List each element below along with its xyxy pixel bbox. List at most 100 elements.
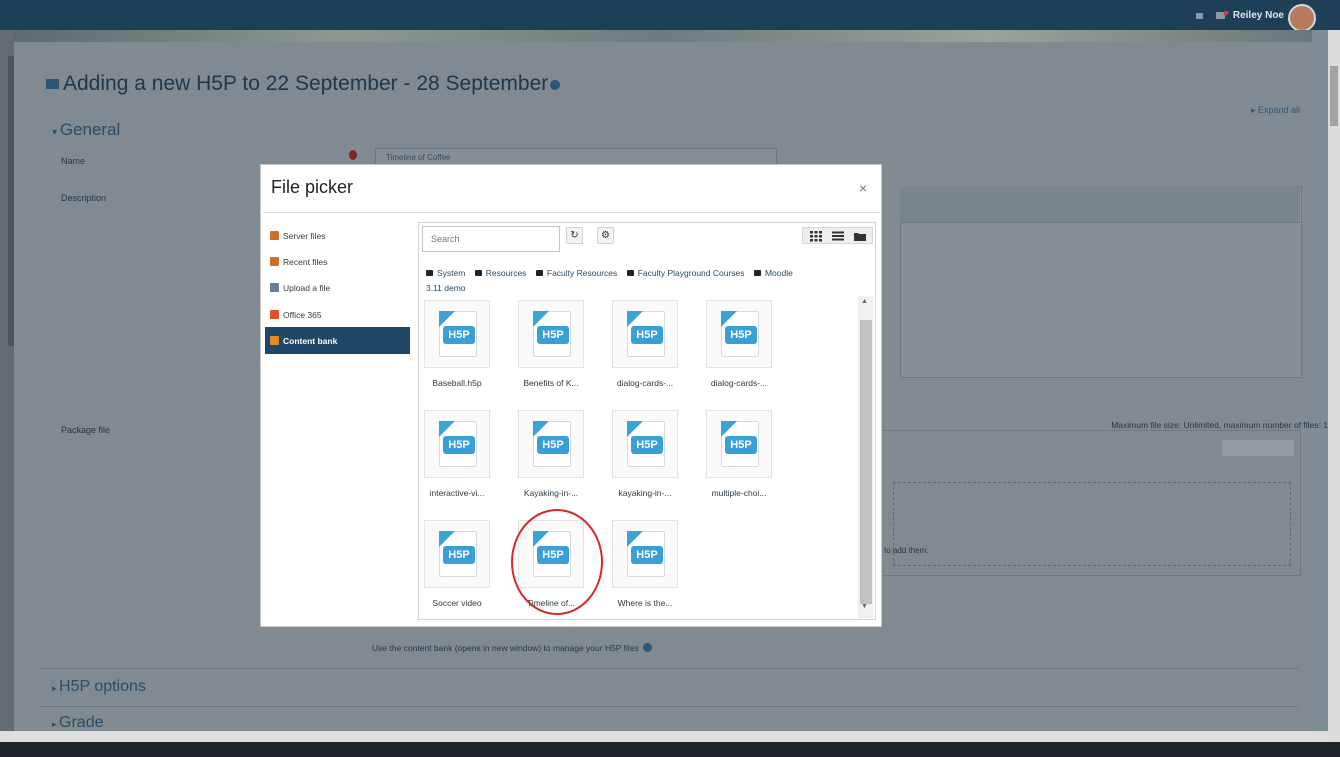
page-scrollbar[interactable] [1328,30,1340,742]
repo-server-files[interactable]: Server files [270,231,326,241]
breadcrumb-item[interactable]: Resources [474,268,526,278]
file-name: multiple-choi... [711,488,767,498]
refresh-icon[interactable]: ↻ [566,227,583,244]
file-name: kayaking-in-... [618,488,672,498]
page-title: Adding a new H5P to 22 September - 28 Se… [46,72,561,96]
file-tile[interactable]: H5P [518,410,584,478]
file-tile[interactable]: H5P [424,520,490,588]
view-toggle-group [802,227,873,244]
top-navbar [0,0,1340,30]
repo-label: Office 365 [283,310,322,320]
divider [40,706,1298,707]
scroll-down-arrow-icon[interactable]: ▼ [861,603,868,610]
section-h5p-options-label: H5P options [59,678,146,695]
server-files-icon [270,231,279,240]
section-grade[interactable]: ▸ Grade [52,714,104,732]
breadcrumb-item[interactable]: Faculty Resources [535,268,617,278]
repo-content-bank-label[interactable]: Content bank [270,336,337,346]
recent-files-icon [270,257,279,266]
section-grade-label: Grade [59,714,104,731]
user-name[interactable]: Reiley Noe [1233,10,1284,21]
section-h5p-options[interactable]: ▸ H5P options [52,678,146,696]
folder-icon [535,270,543,276]
repo-office-365[interactable]: Office 365 [270,310,322,320]
file-name: Baseball.h5p [432,378,482,388]
notification-icons[interactable] [1196,11,1230,20]
page-scrollbar-thumb[interactable] [1330,66,1338,126]
scroll-up-arrow-icon[interactable]: ▲ [861,298,868,305]
file-tile[interactable]: H5P [706,300,772,368]
h5p-file-icon: H5P [439,421,477,467]
required-icon [349,150,357,160]
file-tile[interactable]: H5P [706,410,772,478]
upload-icon [270,283,279,292]
content-bank-note: Use the content bank (opens in new windo… [372,643,652,653]
content-bank-note-text: Use the content bank (opens in new windo… [372,643,639,653]
taskbar [0,742,1340,757]
h5p-file-icon: H5P [439,531,477,577]
folder-icon [426,270,433,276]
expand-all-label: Expand all [1257,105,1300,115]
file-name: Kayaking-in-... [523,488,579,498]
file-name: dialog-cards-... [616,378,674,388]
file-tile[interactable]: H5P [612,410,678,478]
section-general-label: General [59,120,121,139]
file-tile[interactable]: H5P [424,300,490,368]
file-name: Where is the... [617,598,673,608]
repo-label: Server files [283,231,326,241]
drop-zone[interactable] [893,482,1291,566]
collapse-chevron-icon: ▾ [52,127,60,138]
expand-all-link[interactable]: ▸ Expand all [1251,105,1300,116]
expand-chevron-icon: ▸ [52,719,60,729]
h5p-file-icon: H5P [627,421,665,467]
file-tile[interactable]: H5P [612,300,678,368]
file-name: dialog-cards-... [710,378,768,388]
file-name: Soccer video [432,598,482,608]
search-input[interactable] [422,226,560,252]
h5p-file-icon: H5P [533,311,571,357]
expand-chevron-icon: ▸ [52,683,60,693]
divider [40,668,1298,669]
course-banner [14,30,1312,42]
section-general[interactable]: ▾ General [52,120,120,140]
name-label: Name [61,156,86,166]
description-label: Description [61,193,107,203]
h5p-file-icon: H5P [627,311,665,357]
horizontal-scrollbar[interactable] [0,731,1328,742]
list-view-icon[interactable] [830,230,846,242]
file-list-scrollbar-thumb[interactable] [860,320,872,604]
dialog-divider [260,212,882,213]
grid-view-icon[interactable] [808,230,824,242]
file-manager-view-buttons[interactable] [1222,440,1294,456]
file-name: interactive-vi... [429,488,485,498]
h5p-activity-icon [46,79,59,89]
folder-icon [626,270,634,276]
close-icon[interactable]: × [859,180,867,196]
h5p-file-icon: H5P [721,311,759,357]
file-tile[interactable]: H5P [424,410,490,478]
repo-recent-files[interactable]: Recent files [270,257,327,267]
file-name: Benefits of K... [523,378,579,388]
highlight-circle-annotation [511,509,603,615]
h5p-file-icon: H5P [439,311,477,357]
repo-label: Recent files [283,257,328,267]
help-icon[interactable] [550,80,561,90]
help-icon[interactable] [642,643,652,652]
file-tile[interactable]: H5P [518,300,584,368]
max-file-size-text: Maximum file size: Unlimited, maximum nu… [1111,420,1328,430]
repo-label: Upload a file [283,283,331,293]
content-bank-icon [270,336,279,345]
gear-icon[interactable]: ⚙ [597,227,614,244]
file-tile[interactable]: H5P [612,520,678,588]
drop-hint: to add them. [884,546,929,555]
breadcrumb-item[interactable]: System [426,268,465,278]
folder-icon [474,270,482,276]
package-file-label: Package file [61,425,111,435]
folder-view-icon[interactable] [852,230,868,242]
office365-icon [270,310,279,319]
repo-upload-file[interactable]: Upload a file [270,283,330,293]
h5p-file-icon: H5P [533,421,571,467]
breadcrumb-item[interactable]: Faculty Playground Courses [626,268,745,278]
avatar[interactable] [1288,4,1316,32]
repo-label: Content bank [283,336,338,346]
